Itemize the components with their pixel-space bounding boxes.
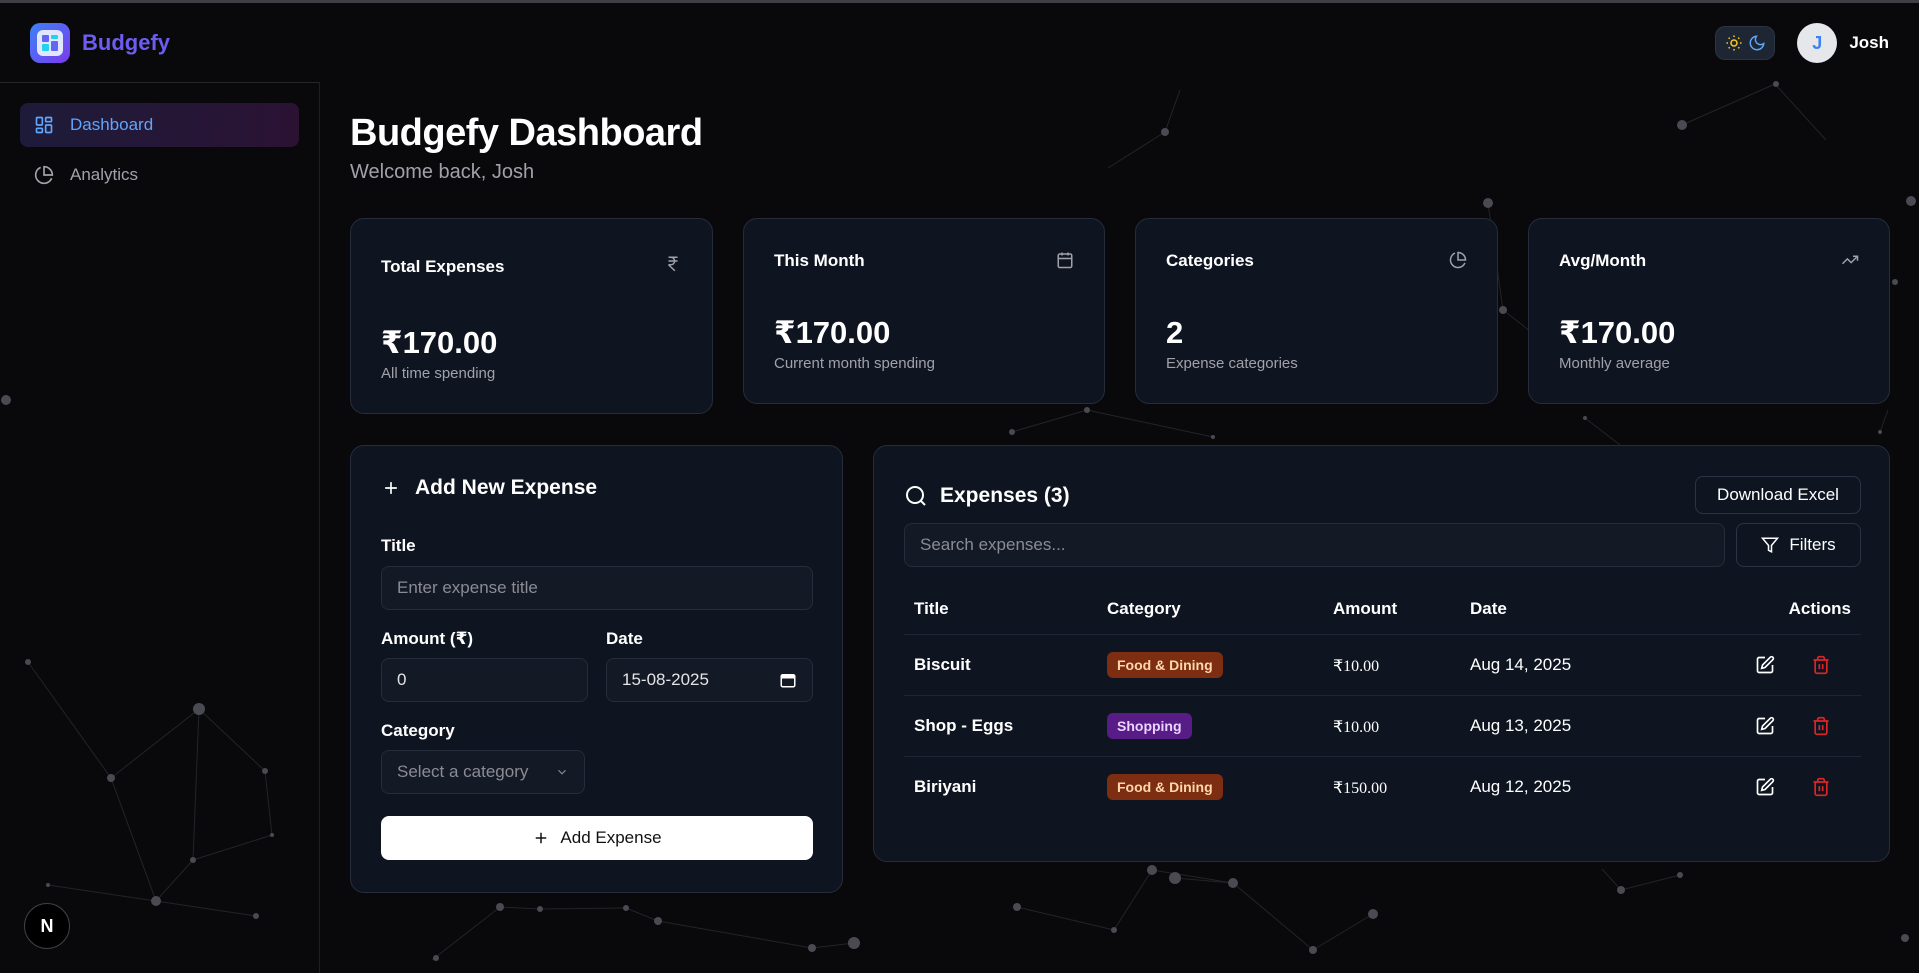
category-badge: Shopping	[1107, 713, 1192, 739]
delete-icon[interactable]	[1809, 653, 1833, 677]
expenses-card: Expenses (3) Download Excel Search expen…	[873, 445, 1890, 862]
avatar: J	[1797, 23, 1838, 63]
calendar-icon[interactable]	[779, 671, 797, 689]
pie-chart-icon	[34, 165, 54, 185]
sun-icon	[1726, 35, 1742, 51]
table-row: Biscuit Food & Dining ₹10.00 Aug 14, 202…	[904, 635, 1861, 696]
stat-sub: Current month spending	[774, 355, 935, 372]
chevron-down-icon	[558, 769, 566, 775]
sidebar-item-label: Dashboard	[70, 115, 154, 134]
expenses-title: Expenses (3)	[940, 484, 1070, 507]
stat-title: Categories	[1166, 251, 1254, 270]
category-badge: Food & Dining	[1107, 774, 1223, 800]
sidebar-item-analytics[interactable]: Analytics	[20, 153, 299, 197]
main-content: Budgefy Dashboard Welcome back, Josh Tot…	[350, 112, 1890, 893]
row-date: Aug 13, 2025	[1470, 716, 1572, 735]
category-placeholder: Select a category	[397, 762, 529, 781]
date-input[interactable]: 15-08-2025	[606, 658, 813, 702]
next-dev-badge[interactable]: N	[24, 903, 70, 949]
category-badge: Food & Dining	[1107, 652, 1223, 678]
row-title: Biriyani	[914, 777, 977, 796]
edit-icon[interactable]	[1753, 775, 1777, 799]
delete-icon[interactable]	[1809, 775, 1833, 799]
stat-card-this-month: This Month ₹170.00 Current month spendin…	[743, 218, 1105, 404]
rupee-icon	[664, 255, 682, 278]
filter-icon	[1761, 537, 1780, 553]
stat-sub: Expense categories	[1166, 355, 1298, 372]
app-logo-icon	[30, 23, 70, 63]
plus-icon	[385, 482, 397, 494]
col-date[interactable]: Date	[1470, 599, 1507, 619]
col-actions: Actions	[1788, 599, 1851, 618]
download-excel-label: Download Excel	[1717, 485, 1839, 504]
moon-icon	[1749, 35, 1765, 51]
sidebar-item-label: Analytics	[70, 165, 139, 184]
sidebar: Dashboard Analytics	[0, 82, 320, 973]
date-value: 15-08-2025	[622, 670, 709, 689]
sidebar-item-dashboard[interactable]: Dashboard	[20, 103, 299, 147]
stat-value: ₹170.00	[774, 315, 891, 350]
delete-icon[interactable]	[1809, 714, 1833, 738]
table-row: Shop - Eggs Shopping ₹10.00 Aug 13, 2025	[904, 696, 1861, 757]
stat-value: ₹170.00	[381, 325, 498, 360]
col-title[interactable]: Title	[914, 599, 949, 619]
expenses-heading: Expenses (3)	[904, 484, 1070, 508]
row-date: Aug 12, 2025	[1470, 777, 1572, 796]
search-input[interactable]: Search expenses...	[904, 523, 1725, 567]
theme-toggle[interactable]	[1715, 26, 1776, 60]
download-excel-button[interactable]: Download Excel	[1695, 476, 1861, 514]
stat-sub: All time spending	[381, 365, 496, 382]
category-select[interactable]: Select a category	[381, 750, 585, 794]
filters-label: Filters	[1789, 535, 1836, 554]
stat-title: Avg/Month	[1559, 251, 1647, 270]
title-label: Title	[381, 536, 416, 555]
grid-icon	[35, 116, 53, 134]
stats-row: Total Expenses ₹170.00 All time spending…	[350, 218, 1890, 414]
brand[interactable]: Budgefy	[30, 23, 170, 63]
add-expense-title: Add New Expense	[415, 476, 598, 499]
search-icon	[906, 486, 926, 506]
stat-card-avg-month: Avg/Month ₹170.00 Monthly average	[1528, 218, 1890, 404]
calendar-icon	[1056, 251, 1074, 274]
pie-chart-icon	[1449, 251, 1467, 274]
amount-input[interactable]: 0	[381, 658, 588, 702]
top-bar: Budgefy J Josh	[0, 3, 1919, 83]
table-header: Title Category Amount Date Actions	[904, 583, 1861, 635]
stat-value: ₹170.00	[1559, 315, 1676, 350]
stat-sub: Monthly average	[1559, 355, 1670, 372]
stat-card-total: Total Expenses ₹170.00 All time spending	[350, 218, 713, 414]
user-name: Josh	[1849, 33, 1889, 52]
col-amount[interactable]: Amount	[1333, 599, 1397, 619]
add-expense-card: Add New Expense Title Enter expense titl…	[350, 445, 843, 893]
row-amount: ₹10.00	[1333, 658, 1380, 675]
edit-icon[interactable]	[1753, 653, 1777, 677]
add-expense-button-label: Add Expense	[560, 828, 662, 847]
row-amount: ₹150.00	[1333, 780, 1388, 797]
stat-value: 2	[1166, 315, 1184, 350]
stat-title: This Month	[774, 251, 865, 270]
table-row: Biriyani Food & Dining ₹150.00 Aug 12, 2…	[904, 757, 1861, 818]
stat-card-categories: Categories 2 Expense categories	[1135, 218, 1498, 404]
add-expense-heading: Add New Expense	[381, 476, 597, 500]
page-subtitle: Welcome back, Josh	[350, 161, 535, 183]
page-title: Budgefy Dashboard	[350, 112, 703, 154]
col-category[interactable]: Category	[1107, 599, 1181, 619]
trending-up-icon	[1841, 251, 1859, 274]
filters-button[interactable]: Filters	[1736, 523, 1861, 567]
app-name: Budgefy	[82, 30, 170, 55]
row-date: Aug 14, 2025	[1470, 655, 1572, 674]
date-label: Date	[606, 629, 643, 648]
row-title: Shop - Eggs	[914, 716, 1014, 735]
amount-label: Amount (₹)	[381, 629, 474, 648]
category-label: Category	[381, 721, 455, 740]
stat-title: Total Expenses	[381, 257, 505, 276]
user-menu[interactable]: J Josh	[1797, 23, 1889, 63]
add-expense-button[interactable]: Add Expense	[381, 816, 813, 860]
row-title: Biscuit	[914, 655, 971, 674]
title-input[interactable]: Enter expense title	[381, 566, 813, 610]
row-amount: ₹10.00	[1333, 719, 1380, 736]
plus-icon	[536, 832, 547, 844]
edit-icon[interactable]	[1753, 714, 1777, 738]
